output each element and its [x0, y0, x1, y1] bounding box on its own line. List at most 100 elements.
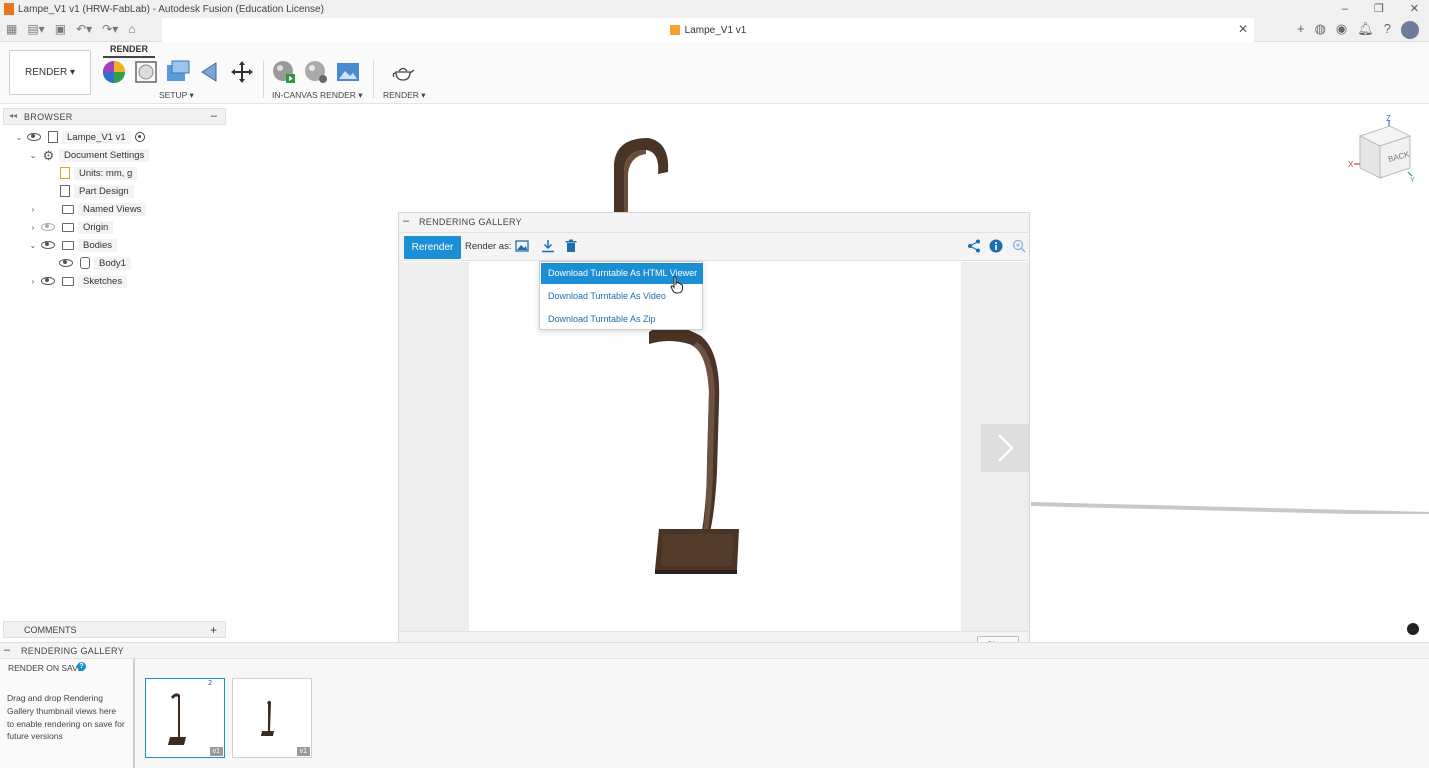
- tree-item-root[interactable]: ⌄ Lampe_V1 v1: [14, 129, 145, 145]
- help-icon[interactable]: ?: [1384, 21, 1391, 39]
- render-as-image-icon[interactable]: [515, 239, 529, 253]
- minimize-browser-button[interactable]: –: [211, 110, 217, 122]
- capture-image-icon[interactable]: [336, 60, 360, 84]
- tree-item-label: Lampe_V1 v1: [62, 130, 131, 144]
- in-canvas-render-group-label[interactable]: IN-CANVAS RENDER ▾: [272, 90, 363, 101]
- maximize-button[interactable]: ❐: [1374, 0, 1384, 18]
- render-on-save-hint: Drag and drop Rendering Gallery thumbnai…: [7, 693, 125, 742]
- version-badge: v1: [296, 747, 310, 756]
- design-cube-icon: [669, 25, 680, 35]
- in-canvas-render-icon[interactable]: [272, 60, 296, 84]
- scene-settings-icon[interactable]: [134, 60, 158, 84]
- in-canvas-settings-icon[interactable]: [304, 60, 328, 84]
- tree-item-named-views[interactable]: › Named Views: [28, 201, 147, 217]
- render-teapot-icon[interactable]: [391, 60, 415, 84]
- canvas-feedback-icon[interactable]: [1407, 623, 1419, 635]
- view-cube[interactable]: BACK Z X Y: [1348, 114, 1418, 186]
- chevron-down-icon[interactable]: ⌄: [28, 241, 38, 250]
- doc-tab-label: Lampe_V1 v1: [684, 24, 747, 36]
- visibility-eye-icon[interactable]: [59, 259, 73, 267]
- close-tab-button[interactable]: ✕: [1238, 22, 1248, 36]
- chevron-right-icon[interactable]: ›: [28, 277, 38, 286]
- home-icon[interactable]: ⌂: [128, 22, 135, 36]
- chevron-right-icon[interactable]: ›: [28, 205, 38, 214]
- tree-item-part-design[interactable]: Part Design: [56, 183, 134, 199]
- units-icon: [60, 167, 70, 179]
- extensions-icon[interactable]: ◍: [1315, 21, 1326, 39]
- trash-icon[interactable]: [564, 239, 578, 253]
- tree-item-units[interactable]: Units: mm, g: [56, 165, 138, 181]
- rendering-gallery-dialog: – RENDERING GALLERY Rerender Render as:: [398, 212, 1030, 658]
- gallery-thumbnail[interactable]: v1: [232, 678, 312, 758]
- rerender-button[interactable]: Rerender: [404, 236, 461, 259]
- collapse-browser-icon[interactable]: ◂◂: [9, 111, 17, 120]
- tab-render[interactable]: RENDER: [103, 44, 155, 58]
- share-icon[interactable]: [967, 239, 981, 253]
- download-icon[interactable]: [541, 239, 555, 253]
- version-badge: v1: [209, 747, 223, 756]
- appearance-icon[interactable]: [102, 60, 126, 84]
- render-preview-area: [399, 262, 1029, 633]
- chevron-down-icon[interactable]: ⌄: [14, 133, 24, 142]
- tree-item-origin[interactable]: › Origin: [28, 219, 114, 235]
- minimize-button[interactable]: –: [1342, 0, 1348, 18]
- hidden-eye-icon[interactable]: [41, 223, 55, 231]
- visibility-eye-icon[interactable]: [41, 277, 55, 285]
- help-icon[interactable]: ?: [77, 662, 86, 671]
- browser-header: ◂◂ BROWSER –: [3, 108, 226, 125]
- apps-grid-icon[interactable]: ▦: [6, 22, 17, 36]
- close-window-button[interactable]: ✕: [1410, 0, 1419, 18]
- gear-icon: ⚙︎: [42, 147, 55, 163]
- render-on-save-label: RENDER ON SAVE: [8, 663, 84, 673]
- zoom-icon[interactable]: [1012, 239, 1026, 253]
- file-menu-icon[interactable]: ▤▾: [27, 22, 44, 36]
- redo-icon[interactable]: ↷▾: [102, 22, 118, 36]
- minimize-dialog-button[interactable]: –: [403, 215, 409, 227]
- download-menu: Download Turntable As HTML Viewer Downlo…: [539, 261, 703, 330]
- decal-icon[interactable]: [198, 60, 222, 84]
- activate-radio-icon[interactable]: [134, 132, 145, 142]
- dialog-toolbar: Rerender Render as:: [399, 233, 1029, 261]
- comments-title: COMMENTS: [24, 625, 77, 635]
- document-tab-bar: ▦ ▤▾ ▣ ↶▾ ↷▾ ⌂ Lampe_V1 v1 ✕ + ◍ ◉ 🔔︎ ?: [0, 18, 1429, 42]
- tree-item-body1[interactable]: Body1: [56, 255, 131, 271]
- user-avatar[interactable]: [1401, 21, 1419, 39]
- chevron-right-icon[interactable]: ›: [28, 223, 38, 232]
- visibility-eye-icon[interactable]: [41, 241, 55, 249]
- mouse-cursor-icon: [670, 276, 683, 294]
- notifications-icon[interactable]: 🔔︎: [1357, 21, 1374, 39]
- tree-item-sketches[interactable]: › Sketches: [28, 273, 128, 289]
- info-icon[interactable]: [989, 239, 1003, 253]
- workspace-switcher[interactable]: RENDER ▾: [9, 50, 91, 95]
- undo-icon[interactable]: ↶▾: [76, 22, 92, 36]
- render-group-label[interactable]: RENDER ▾: [383, 90, 426, 101]
- ribbon-divider: [373, 60, 374, 98]
- new-tab-button[interactable]: +: [1297, 21, 1305, 39]
- add-comment-button[interactable]: +: [210, 623, 217, 637]
- chevron-right-icon: [998, 434, 1014, 462]
- tree-item-bodies[interactable]: ⌄ Bodies: [28, 237, 118, 253]
- tree-item-document-settings[interactable]: ⌄ ⚙︎ Document Settings: [28, 147, 150, 163]
- texture-map-icon[interactable]: [166, 60, 190, 84]
- menu-item-download-zip[interactable]: Download Turntable As Zip: [541, 309, 703, 330]
- job-status-icon[interactable]: ◉: [1336, 21, 1347, 39]
- next-image-button[interactable]: [981, 424, 1029, 472]
- lamp-model-canvas[interactable]: [600, 134, 680, 214]
- tab-lampe-v1[interactable]: Lampe_V1 v1 ✕: [162, 18, 1254, 42]
- browser-title: BROWSER: [24, 111, 73, 122]
- tree-item-label: Bodies: [78, 238, 118, 252]
- gallery-thumbnail[interactable]: 2 v1: [145, 678, 225, 758]
- lamp-render-image: [649, 325, 739, 574]
- ribbon-divider: [263, 60, 264, 98]
- minimize-gallery-strip-button[interactable]: –: [4, 644, 10, 656]
- move-icon[interactable]: [230, 60, 254, 84]
- setup-group-label[interactable]: SETUP ▾: [159, 90, 194, 101]
- axis-z-label: Z: [1386, 114, 1391, 123]
- visibility-eye-icon[interactable]: [27, 133, 41, 141]
- tree-item-label: Units: mm, g: [74, 166, 138, 180]
- lamp-thumbnail-image: [168, 693, 186, 745]
- chevron-down-icon[interactable]: ⌄: [28, 151, 38, 160]
- save-icon[interactable]: ▣: [55, 22, 66, 36]
- render-on-save-drop-zone[interactable]: RENDER ON SAVE ? Drag and drop Rendering…: [0, 659, 135, 768]
- tree-item-label: Origin: [78, 220, 114, 234]
